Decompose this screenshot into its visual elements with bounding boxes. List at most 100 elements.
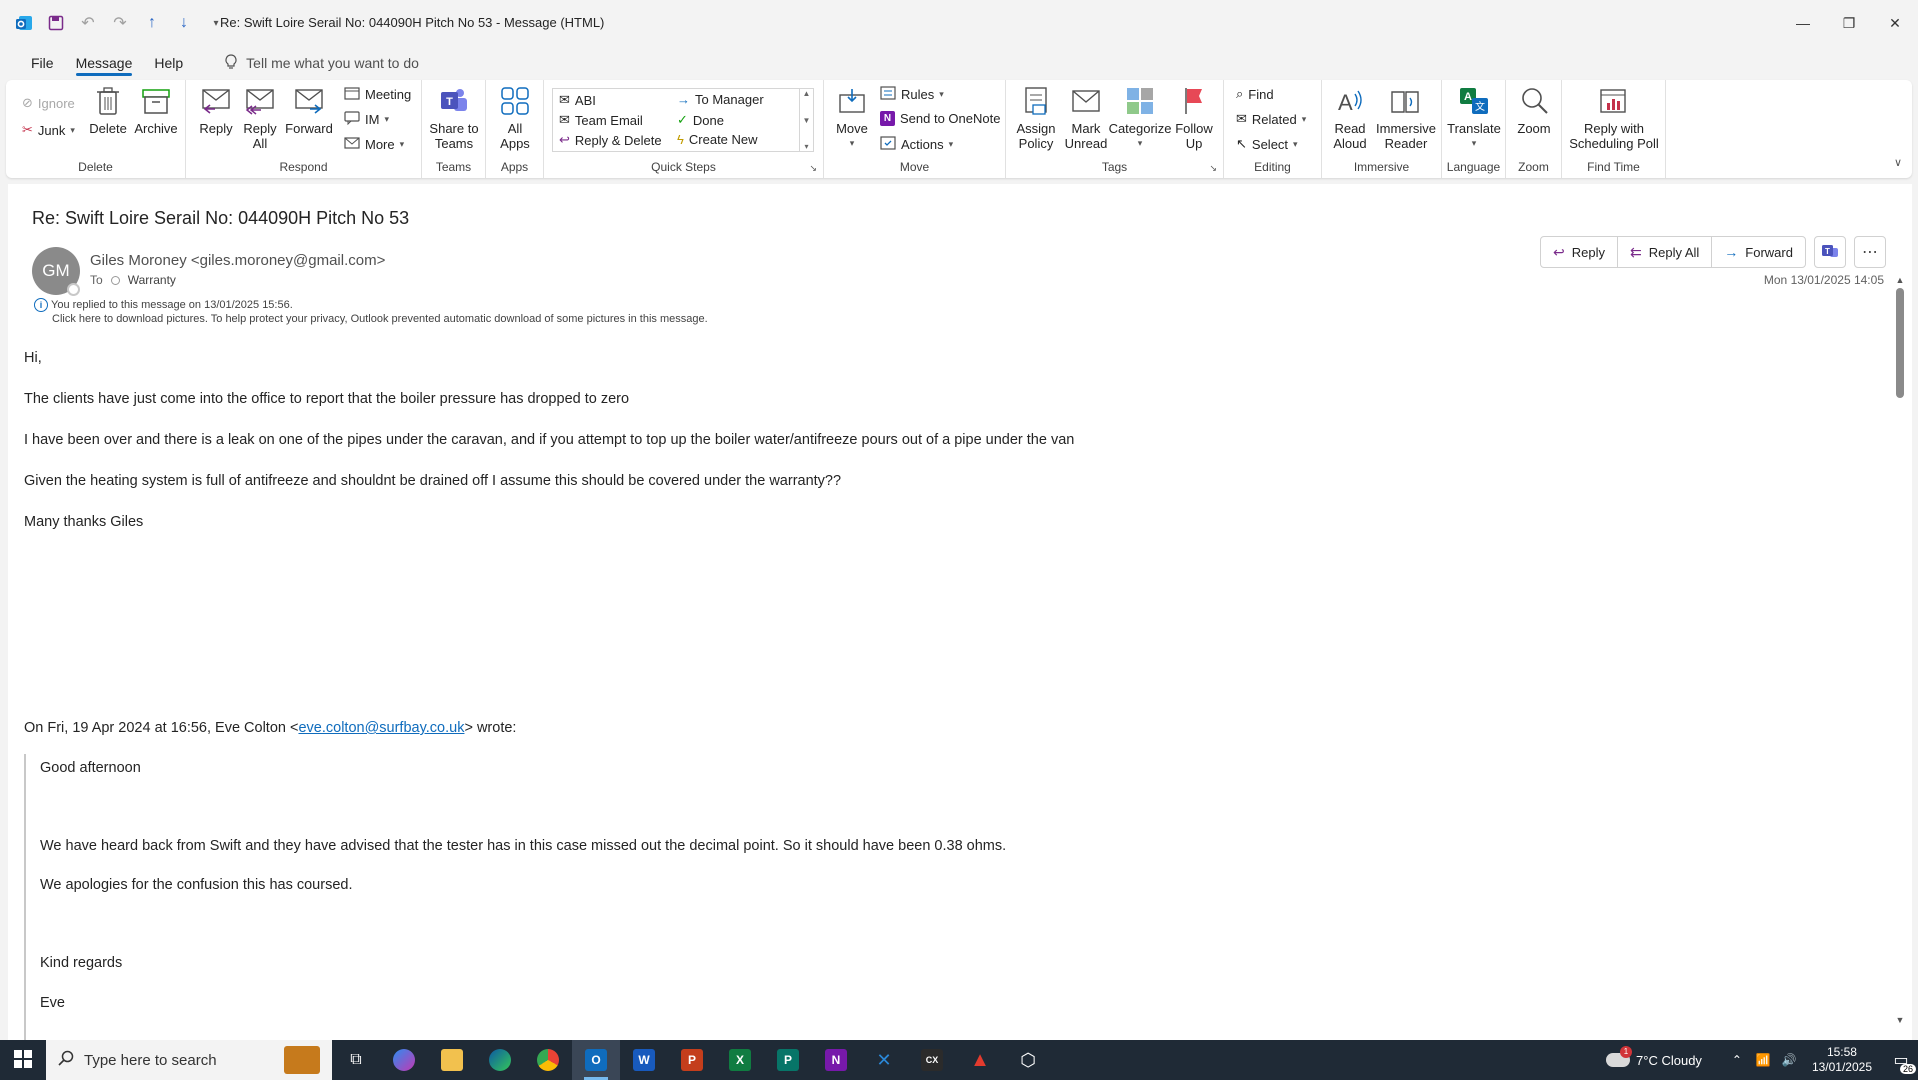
quick-step-reply-delete[interactable]: ↩ Reply & Delete <box>559 132 662 148</box>
chrome-icon[interactable] <box>524 1040 572 1080</box>
ignore-button[interactable]: ⊘ Ignore <box>22 95 75 111</box>
scroll-up-arrow-icon[interactable]: ▲ <box>1894 274 1906 286</box>
minimize-icon[interactable]: — <box>1780 0 1826 46</box>
tab-file[interactable]: File <box>20 46 65 80</box>
download-pictures-info[interactable]: Click here to download pictures. To help… <box>52 313 708 325</box>
close-icon[interactable]: ✕ <box>1872 0 1918 46</box>
tab-help[interactable]: Help <box>143 46 194 80</box>
actions-button[interactable]: Actions ▾ <box>880 136 953 153</box>
save-icon[interactable] <box>44 11 68 35</box>
delete-button[interactable]: Delete <box>89 84 127 136</box>
quick-steps-launcher-icon[interactable]: ↘ <box>809 163 817 174</box>
immersive-reader-button[interactable]: Immersive Reader <box>1376 84 1436 151</box>
quick-step-done[interactable]: ✓ Done <box>677 112 724 128</box>
more-respond-button[interactable]: More ▾ <box>344 136 404 153</box>
reply-all-button[interactable]: ⇇ Reply All <box>1618 237 1713 267</box>
undo-icon[interactable]: ↶ <box>76 11 100 35</box>
send-to-onenote-button[interactable]: N Send to OneNote <box>880 111 1000 126</box>
find-button[interactable]: ⌕ Find <box>1236 86 1274 102</box>
forward-ribbon-button[interactable]: Forward <box>284 84 334 136</box>
powerpoint-icon[interactable]: P <box>668 1040 716 1080</box>
search-placeholder: Type here to search <box>84 1051 217 1069</box>
acrobat-icon[interactable]: ▲ <box>956 1040 1004 1080</box>
reply-button[interactable]: ↩ Reply <box>1541 237 1618 267</box>
volume-icon[interactable]: 🔊 <box>1776 1053 1802 1067</box>
reply-with-scheduling-poll-button[interactable]: Reply with Scheduling Poll <box>1566 84 1662 151</box>
edge-icon[interactable] <box>476 1040 524 1080</box>
info-icon: i <box>34 298 48 313</box>
meeting-button[interactable]: Meeting <box>344 86 411 103</box>
related-icon: ✉ <box>1236 111 1247 126</box>
teams-share-button[interactable]: T <box>1813 236 1846 268</box>
expand-gallery-icon[interactable]: ▾ <box>804 142 808 151</box>
archive-icon <box>139 84 173 118</box>
quick-steps-scroll[interactable]: ▲ ▼ ▾ <box>799 89 813 151</box>
select-button[interactable]: ↖ Select ▾ <box>1236 136 1298 152</box>
vertical-scrollbar[interactable]: ▲ ▼ <box>1894 274 1906 1026</box>
outlook-app-icon[interactable] <box>12 11 36 35</box>
recipient[interactable]: Warranty <box>128 273 176 287</box>
translate-button[interactable]: A文 Translate ▾ <box>1447 84 1501 151</box>
read-aloud-button[interactable]: A Read Aloud <box>1330 84 1370 151</box>
scroll-up-icon[interactable]: ▲ <box>803 89 811 98</box>
zoom-magnifier-icon <box>1517 84 1551 118</box>
quick-step-create-new[interactable]: ϟ Create New <box>677 132 758 147</box>
publisher-icon[interactable]: P <box>764 1040 812 1080</box>
restore-icon[interactable]: ❐ <box>1826 0 1872 46</box>
quoted-line: We apologies for the confusion this has … <box>40 877 353 893</box>
sender-email-link[interactable]: eve.colton@surfbay.co.uk <box>298 720 464 736</box>
more-options-button[interactable]: ⋯ <box>1853 236 1886 268</box>
group-label-tags: Tags <box>1101 160 1128 174</box>
copilot-icon[interactable] <box>380 1040 428 1080</box>
collapse-ribbon-icon[interactable]: ∨ <box>1894 156 1902 169</box>
tab-message[interactable]: Message <box>65 46 144 80</box>
next-item-icon[interactable]: ↓ <box>172 11 196 35</box>
reply-ribbon-button[interactable]: Reply <box>196 84 236 136</box>
follow-up-button[interactable]: Follow Up <box>1172 84 1216 151</box>
mark-unread-button[interactable]: Mark Unread <box>1064 84 1108 151</box>
im-button[interactable]: IM ▾ <box>344 111 389 128</box>
reply-all-ribbon-button[interactable]: Reply All <box>240 84 280 151</box>
quick-step-abi[interactable]: ✉ ABI <box>559 92 596 108</box>
categorize-button[interactable]: Categorize ▾ <box>1109 84 1171 151</box>
notification-count: 26 <box>1899 1064 1916 1074</box>
archive-button[interactable]: Archive <box>134 84 178 136</box>
quick-step-to-manager[interactable]: → To Manager <box>677 92 764 107</box>
network-icon[interactable]: 📶 <box>1750 1053 1776 1067</box>
redo-icon[interactable]: ↷ <box>108 11 132 35</box>
forward-button[interactable]: → Forward <box>1712 237 1805 267</box>
policy-icon <box>1019 84 1053 118</box>
junk-button[interactable]: ✂ Junk ▾ <box>22 122 75 138</box>
tell-me-box[interactable]: Tell me what you want to do <box>224 53 419 73</box>
excel-icon[interactable]: X <box>716 1040 764 1080</box>
scroll-down-icon[interactable]: ▼ <box>803 116 811 125</box>
message-subject: Re: Swift Loire Serail No: 044090H Pitch… <box>32 208 410 228</box>
move-button[interactable]: Move ▾ <box>832 84 872 151</box>
word-icon[interactable]: W <box>620 1040 668 1080</box>
rules-button[interactable]: Rules ▾ <box>880 86 944 103</box>
scrollbar-thumb[interactable] <box>1896 288 1904 398</box>
clock[interactable]: 15:58 13/01/2025 <box>1812 1045 1872 1075</box>
related-button[interactable]: ✉ Related ▾ <box>1236 111 1306 127</box>
outlook-taskbar-icon[interactable]: O <box>572 1040 620 1080</box>
onenote-taskbar-icon[interactable]: N <box>812 1040 860 1080</box>
notification-center[interactable]: ▭ 26 <box>1884 1040 1918 1080</box>
x-app-icon[interactable]: ✕ <box>860 1040 908 1080</box>
sender[interactable]: Giles Moroney <giles.moroney@gmail.com> <box>90 252 385 269</box>
tags-launcher-icon[interactable]: ↘ <box>1209 163 1217 174</box>
chevron-up-icon[interactable]: ⌃ <box>1724 1053 1750 1067</box>
scroll-down-arrow-icon[interactable]: ▼ <box>1894 1014 1906 1026</box>
share-to-teams-button[interactable]: T Share to Teams <box>428 84 480 151</box>
file-explorer-icon[interactable] <box>428 1040 476 1080</box>
cx-app-icon[interactable]: CX <box>908 1040 956 1080</box>
task-view-icon[interactable]: ⧉ <box>332 1040 380 1080</box>
weather-widget[interactable]: 1 7°C Cloudy <box>1606 1045 1702 1068</box>
zoom-button[interactable]: Zoom <box>1514 84 1554 136</box>
cube-app-icon[interactable]: ⬡ <box>1004 1040 1052 1080</box>
quick-step-team-email[interactable]: ✉ Team Email <box>559 112 643 128</box>
taskbar-search[interactable]: Type here to search <box>46 1040 332 1080</box>
assign-policy-button[interactable]: Assign Policy <box>1014 84 1058 151</box>
all-apps-button[interactable]: All Apps <box>494 84 536 151</box>
start-button[interactable] <box>0 1040 46 1080</box>
previous-item-icon[interactable]: ↑ <box>140 11 164 35</box>
